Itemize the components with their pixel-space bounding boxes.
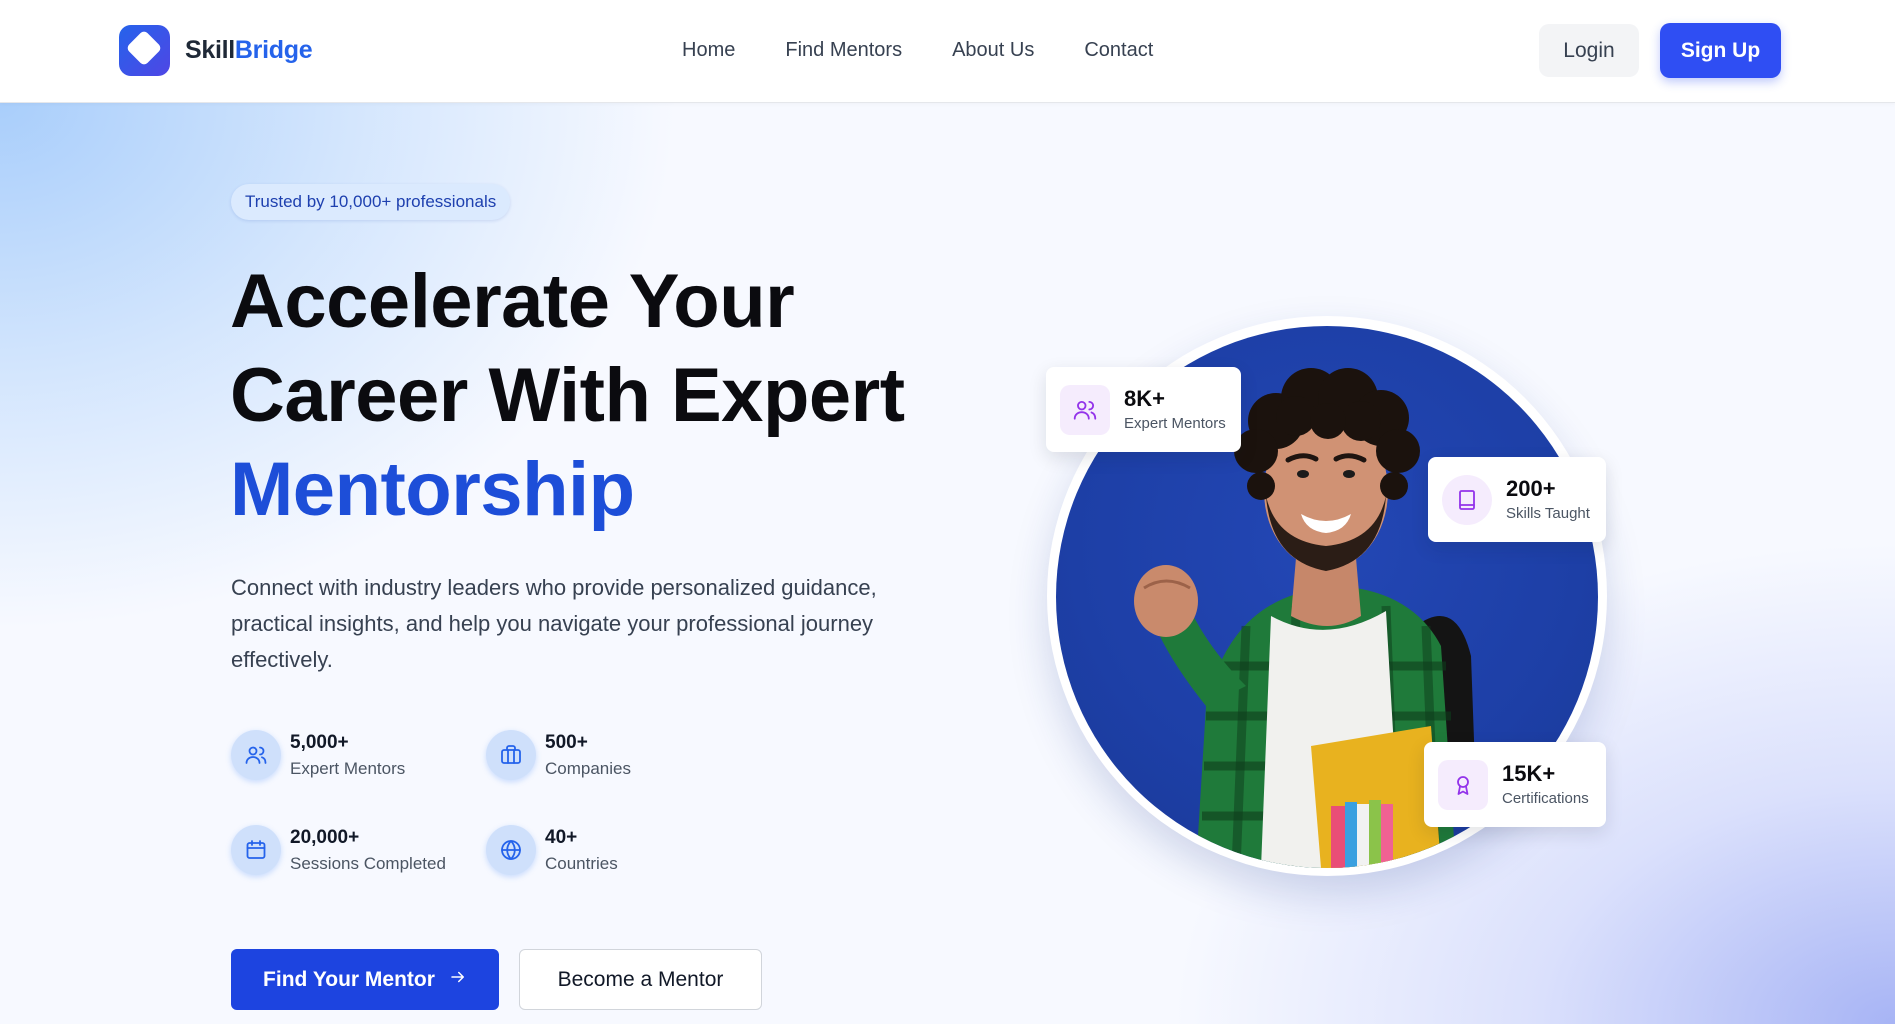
arrow-right-icon <box>449 968 467 992</box>
hero-title-line1: Accelerate Your <box>230 259 795 344</box>
nav-find-mentors[interactable]: Find Mentors <box>785 39 902 62</box>
main-nav: Home Find Mentors About Us Contact <box>682 39 1153 62</box>
stat-label: Countries <box>545 854 618 873</box>
logo-text-part2: Bridge <box>234 36 313 64</box>
stat-item: 20,000+ Sessions Completed <box>231 825 446 877</box>
stat-card-certifications: 15K+ Certifications <box>1424 742 1606 827</box>
award-icon <box>1438 759 1488 810</box>
nav-contact[interactable]: Contact <box>1084 39 1153 62</box>
brand-logo[interactable]: SkillBridge <box>119 25 313 76</box>
book-icon <box>1442 474 1492 525</box>
hero-section <box>0 103 1895 1024</box>
stat-item: 500+ Companies <box>486 730 631 782</box>
become-mentor-button[interactable]: Become a Mentor <box>519 949 762 1010</box>
stat-label: Companies <box>545 759 631 778</box>
signup-button[interactable]: Sign Up <box>1660 23 1781 78</box>
users-icon <box>231 730 281 780</box>
find-mentor-button[interactable]: Find Your Mentor <box>231 949 499 1010</box>
users-icon <box>1060 384 1110 435</box>
nav-about-us[interactable]: About Us <box>952 39 1034 62</box>
logo-icon <box>119 25 170 76</box>
hero-title: Accelerate Your Career With Expert Mento… <box>230 255 905 537</box>
stat-value: 20,000+ <box>290 827 360 848</box>
hero-description: Connect with industry leaders who provid… <box>231 575 877 672</box>
stat-value: 40+ <box>545 827 578 848</box>
card-label: Skills Taught <box>1506 504 1590 522</box>
stat-card-mentors: 8K+ Expert Mentors <box>1046 367 1241 452</box>
calendar-icon <box>231 825 281 875</box>
globe-icon <box>486 825 536 875</box>
hero-title-accent: Mentorship <box>230 447 635 532</box>
stat-card-skills: 200+ Skills Taught <box>1428 457 1606 542</box>
trust-badge: Trusted by 10,000+ professionals <box>231 184 511 220</box>
stat-label: Expert Mentors <box>290 759 406 778</box>
logo-text-part1: Skill <box>185 36 235 64</box>
card-value: 15K+ <box>1502 760 1556 786</box>
login-button[interactable]: Login <box>1539 24 1639 77</box>
stat-label: Sessions Completed <box>290 854 446 873</box>
stat-item: 40+ Countries <box>486 825 618 877</box>
card-value: 200+ <box>1506 475 1556 501</box>
site-header: SkillBridge Home Find Mentors About Us C… <box>0 0 1895 103</box>
card-label: Certifications <box>1502 789 1589 807</box>
logo-text: SkillBridge <box>185 36 313 65</box>
nav-home[interactable]: Home <box>682 39 735 62</box>
card-label: Expert Mentors <box>1124 414 1226 432</box>
find-mentor-label: Find Your Mentor <box>263 967 435 991</box>
stat-value: 5,000+ <box>290 732 349 753</box>
card-value: 8K+ <box>1124 385 1165 411</box>
stat-value: 500+ <box>545 732 588 753</box>
hero-title-line2: Career With Expert <box>230 353 905 438</box>
stat-item: 5,000+ Expert Mentors <box>231 730 405 782</box>
briefcase-icon <box>486 730 536 780</box>
